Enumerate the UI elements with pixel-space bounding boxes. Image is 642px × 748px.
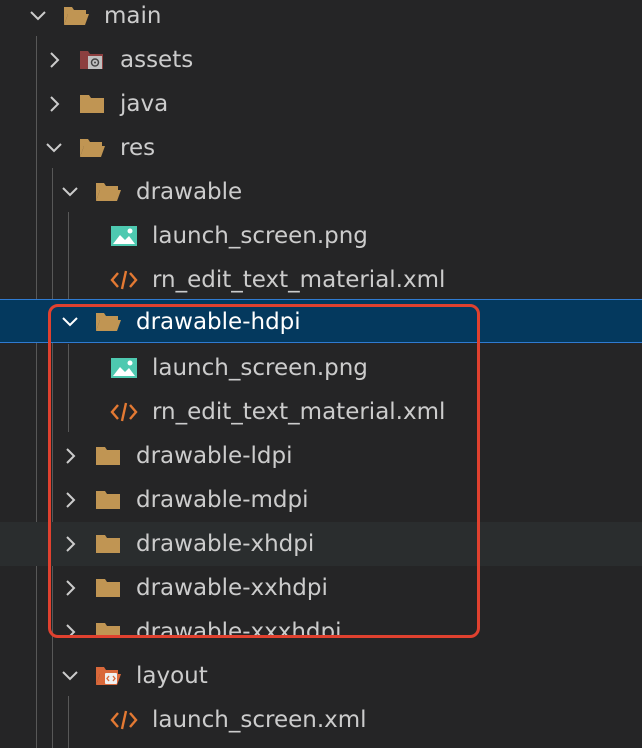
tree-folder-main[interactable]: main	[0, 0, 642, 38]
chevron-right-icon	[58, 576, 82, 600]
tree-folder-drawable-xxxhdpi[interactable]: drawable-xxxhdpi	[0, 610, 642, 638]
folder-icon	[94, 443, 122, 469]
tree-file-rn-edit-text-material-xml[interactable]: rn_edit_text_material.xml	[0, 390, 642, 434]
tree-item-label: main	[104, 3, 162, 29]
tree-item-label: launch_screen.xml	[152, 707, 367, 733]
tree-folder-drawable[interactable]: drawable	[0, 170, 642, 214]
tree-item-label: drawable-xxxhdpi	[136, 619, 342, 638]
tree-folder-layout[interactable]: layout	[0, 654, 642, 698]
tree-item-label: drawable	[136, 179, 243, 205]
tree-folder-res[interactable]: res	[0, 126, 642, 170]
chevron-down-icon	[26, 4, 50, 28]
image-file-icon	[110, 223, 138, 249]
tree-folder-assets[interactable]: assets	[0, 38, 642, 82]
xml-file-icon	[110, 707, 138, 733]
tree-file-launch-screen-png[interactable]: launch_screen.png	[0, 346, 642, 390]
tree-file-launch-screen-xml[interactable]: launch_screen.xml	[0, 698, 642, 742]
folder-icon	[94, 531, 122, 557]
file-explorer-tree: main assets java res drawable launch_scr…	[0, 0, 642, 748]
folder-icon	[94, 575, 122, 601]
tree-item-label: drawable-mdpi	[136, 487, 309, 513]
folder-icon	[94, 487, 122, 513]
tree-item-label: launch_screen.png	[152, 223, 368, 249]
tree-folder-java[interactable]: java	[0, 82, 642, 126]
folder-open-icon	[94, 179, 122, 205]
tree-item-label: drawable-xhdpi	[136, 531, 315, 557]
tree-folder-drawable-xhdpi[interactable]: drawable-xhdpi	[0, 522, 642, 566]
tree-folder-drawable-mdpi[interactable]: drawable-mdpi	[0, 478, 642, 522]
chevron-right-icon	[58, 488, 82, 512]
folder-assets-icon	[78, 47, 106, 73]
tree-file-launch-screen-png[interactable]: launch_screen.png	[0, 214, 642, 258]
chevron-down-icon	[58, 310, 82, 334]
chevron-down-icon	[58, 180, 82, 204]
chevron-right-icon	[58, 620, 82, 638]
tree-item-label: drawable-hdpi	[136, 309, 301, 335]
tree-item-label: java	[120, 91, 169, 117]
folder-layout-icon	[94, 663, 122, 689]
chevron-right-icon	[42, 92, 66, 116]
chevron-down-icon	[58, 664, 82, 688]
chevron-right-icon	[58, 532, 82, 556]
tree-item-label: drawable-xxhdpi	[136, 575, 328, 601]
folder-open-icon	[78, 135, 106, 161]
tree-item-label: launch_screen.png	[152, 355, 368, 381]
chevron-down-icon	[42, 136, 66, 160]
tree-item-label: rn_edit_text_material.xml	[152, 399, 446, 425]
folder-open-icon	[62, 3, 90, 29]
tree-item-label: rn_edit_text_material.xml	[152, 267, 446, 293]
tree-file-rn-edit-text-material-xml[interactable]: rn_edit_text_material.xml	[0, 258, 642, 302]
tree-item-label: res	[120, 135, 156, 161]
image-file-icon	[110, 355, 138, 381]
tree-item-label: drawable-ldpi	[136, 443, 293, 469]
tree-item-label: layout	[136, 663, 208, 689]
tree-item-label: assets	[120, 47, 194, 73]
folder-icon	[78, 91, 106, 117]
tree-folder-drawable-hdpi[interactable]: drawable-hdpi	[0, 299, 642, 343]
xml-file-icon	[110, 399, 138, 425]
chevron-right-icon	[42, 48, 66, 72]
folder-icon	[94, 619, 122, 638]
tree-folder-drawable-xxhdpi[interactable]: drawable-xxhdpi	[0, 566, 642, 610]
chevron-right-icon	[58, 444, 82, 468]
xml-file-icon	[110, 267, 138, 293]
tree-folder-drawable-ldpi[interactable]: drawable-ldpi	[0, 434, 642, 478]
folder-open-icon	[94, 309, 122, 335]
